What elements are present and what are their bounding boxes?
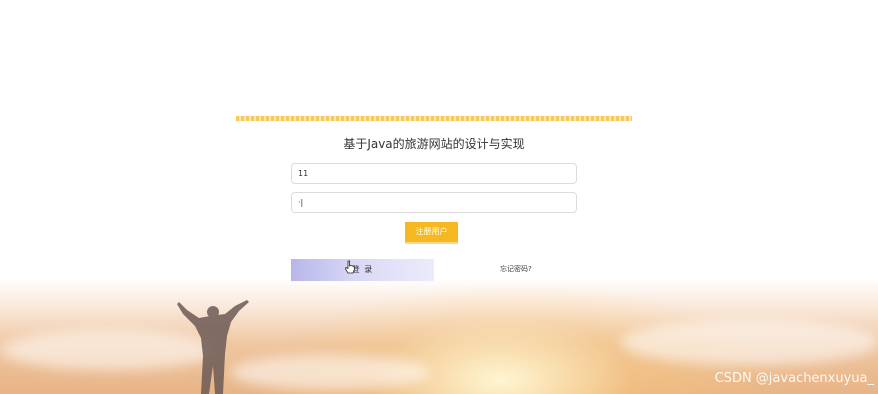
password-input[interactable]: ·| <box>291 192 577 213</box>
register-button[interactable]: 注册用户 <box>405 222 458 242</box>
page-title: 基于Java的旅游网站的设计与实现 <box>343 137 525 151</box>
person-silhouette <box>177 300 249 394</box>
cloud-bottom <box>230 355 430 390</box>
decorative-stripe <box>236 116 632 121</box>
cloud-right <box>620 320 878 365</box>
hand-pointer-icon <box>345 260 355 274</box>
watermark: CSDN @javachenxuyua_ <box>714 371 874 386</box>
username-input[interactable]: 11 <box>291 163 577 184</box>
forgot-password-link[interactable]: 忘记密码? <box>500 264 532 274</box>
login-button[interactable]: 登 录 <box>291 259 434 281</box>
